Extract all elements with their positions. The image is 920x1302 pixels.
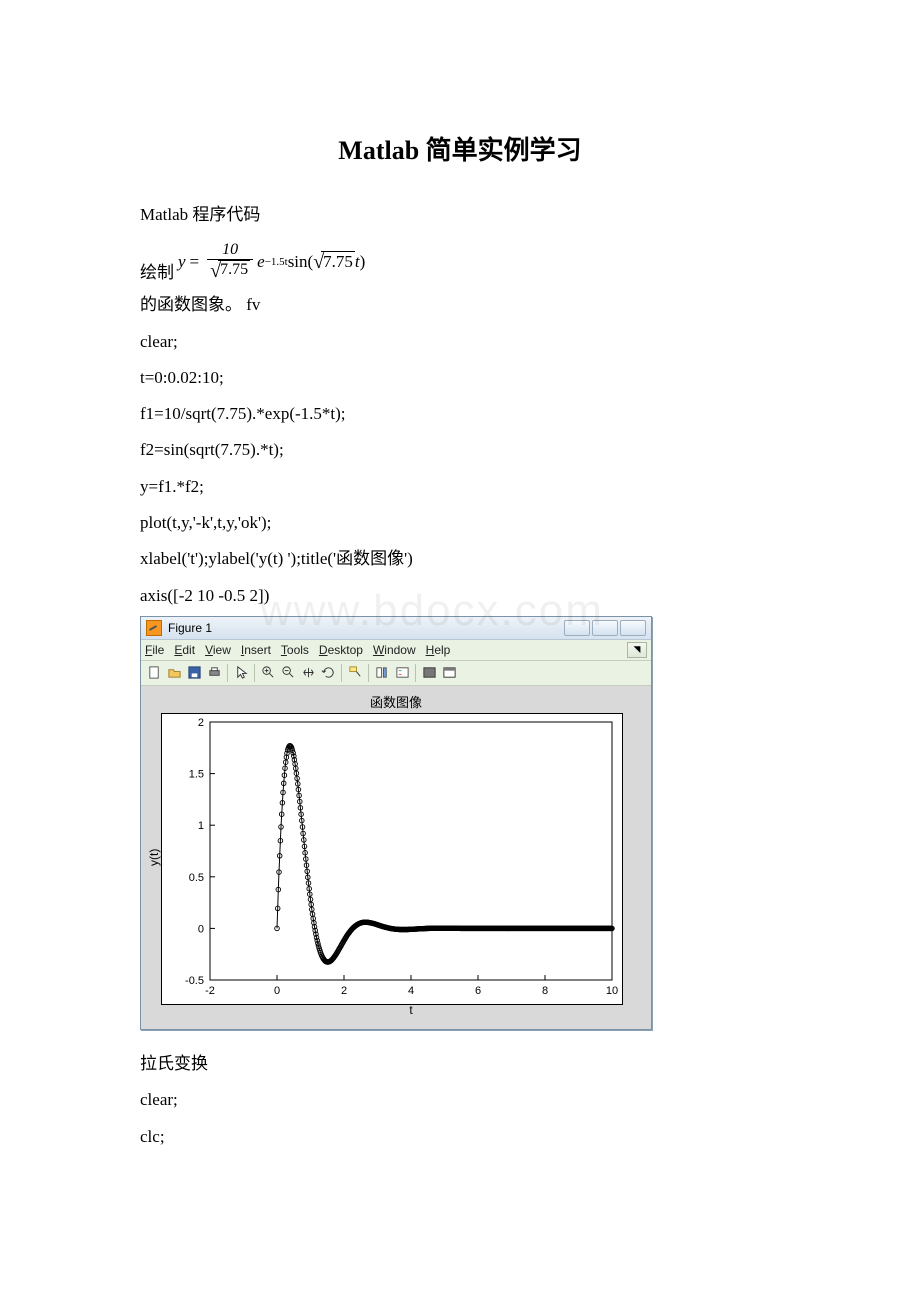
- print-icon[interactable]: [204, 663, 224, 683]
- menu-bar: File Edit View Insert Tools Desktop Wind…: [141, 640, 651, 661]
- svg-text:10: 10: [606, 985, 618, 997]
- save-icon[interactable]: [184, 663, 204, 683]
- matlab-icon: [146, 620, 162, 636]
- plot-area: 函数图像 y(t) -2 0 2 4 6 8 10 -0.5 0 0.5 1 1.5 2 t: [141, 686, 651, 1029]
- svg-text:1.5: 1.5: [189, 769, 204, 781]
- menu-desktop[interactable]: Desktop: [319, 643, 363, 657]
- code-line: xlabel('t');ylabel('y(t) ');title('函数图像'…: [140, 543, 780, 575]
- code-line: clear;: [140, 1084, 780, 1116]
- svg-text:2: 2: [341, 985, 347, 997]
- show-tools-icon[interactable]: [439, 663, 459, 683]
- code-line: y=f1.*f2;: [140, 471, 780, 503]
- rotate-icon[interactable]: [318, 663, 338, 683]
- svg-text:-2: -2: [205, 985, 215, 997]
- doc-title: Matlab 简单实例学习: [140, 130, 780, 167]
- figure-window: Figure 1 File Edit View Insert Tools Des…: [140, 616, 652, 1030]
- menu-tools[interactable]: Tools: [281, 643, 309, 657]
- code-line: clc;: [140, 1121, 780, 1153]
- menu-file[interactable]: File: [145, 643, 164, 657]
- toolbar: [141, 661, 651, 686]
- text-line: 的函数图象。 fv: [140, 289, 780, 321]
- chart-title: 函数图像: [147, 692, 645, 711]
- hide-tools-icon[interactable]: [419, 663, 439, 683]
- menu-help[interactable]: Help: [426, 643, 451, 657]
- formula-row: 绘制 y= 10 √7.75 e−1.5t sin( √7.75 t): [140, 241, 780, 283]
- minimize-button[interactable]: [564, 620, 590, 636]
- draw-prefix: 绘制: [140, 258, 174, 283]
- maximize-button[interactable]: [592, 620, 618, 636]
- svg-text:0.5: 0.5: [189, 872, 204, 884]
- menu-insert[interactable]: Insert: [241, 643, 271, 657]
- menu-edit[interactable]: Edit: [174, 643, 195, 657]
- svg-text:4: 4: [408, 985, 414, 997]
- svg-text:0: 0: [274, 985, 280, 997]
- code-line: t=0:0.02:10;: [140, 362, 780, 394]
- text-line: 拉氏变换: [140, 1048, 780, 1080]
- svg-text:2: 2: [198, 717, 204, 729]
- menu-window[interactable]: Window: [373, 643, 416, 657]
- menu-dropdown-icon[interactable]: ◥: [627, 642, 647, 658]
- chart-xlabel: t: [147, 1003, 645, 1017]
- svg-text:-0.5: -0.5: [185, 975, 204, 987]
- section-heading: Matlab 程序代码: [140, 199, 780, 231]
- window-title: Figure 1: [168, 621, 212, 635]
- svg-text:1: 1: [198, 820, 204, 832]
- chart-ylabel: y(t): [147, 852, 161, 866]
- code-line: clear;: [140, 326, 780, 358]
- legend-icon[interactable]: [392, 663, 412, 683]
- close-button[interactable]: [620, 620, 646, 636]
- code-line: axis([-2 10 -0.5 2]): [140, 580, 780, 612]
- zoom-in-icon[interactable]: [258, 663, 278, 683]
- pan-icon[interactable]: [298, 663, 318, 683]
- formula: y= 10 √7.75 e−1.5t sin( √7.75 t): [178, 241, 365, 283]
- code-line: f2=sin(sqrt(7.75).*t);: [140, 434, 780, 466]
- colorbar-icon[interactable]: [372, 663, 392, 683]
- chart-axes: -2 0 2 4 6 8 10 -0.5 0 0.5 1 1.5 2: [161, 713, 623, 1005]
- menu-view[interactable]: View: [205, 643, 231, 657]
- datacursor-icon[interactable]: [345, 663, 365, 683]
- open-file-icon[interactable]: [164, 663, 184, 683]
- svg-text:8: 8: [542, 985, 548, 997]
- code-line: plot(t,y,'-k',t,y,'ok');: [140, 507, 780, 539]
- window-titlebar: Figure 1: [141, 617, 651, 640]
- zoom-out-icon[interactable]: [278, 663, 298, 683]
- svg-text:6: 6: [475, 985, 481, 997]
- code-line: f1=10/sqrt(7.75).*exp(-1.5*t);: [140, 398, 780, 430]
- pointer-icon[interactable]: [231, 663, 251, 683]
- svg-text:0: 0: [198, 923, 204, 935]
- new-file-icon[interactable]: [144, 663, 164, 683]
